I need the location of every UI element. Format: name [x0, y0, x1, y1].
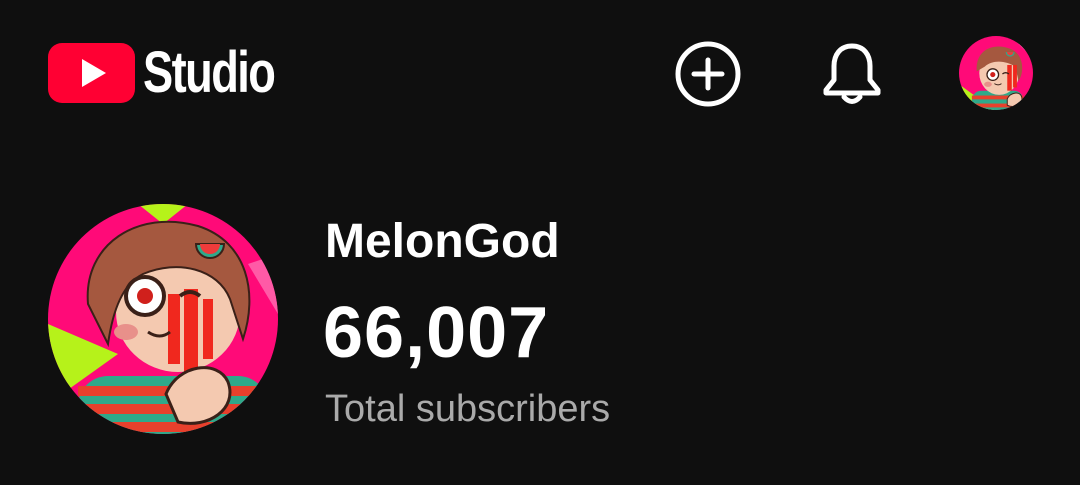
channel-avatar[interactable]: [48, 204, 278, 434]
youtube-play-icon: [48, 43, 135, 103]
bell-icon: [823, 43, 881, 104]
channel-avatar-image: [48, 204, 278, 434]
studio-wordmark: Studio: [143, 40, 276, 105]
youtube-studio-logo[interactable]: Studio: [48, 40, 311, 106]
plus-circle-icon: [675, 41, 741, 107]
subscriber-label: Total subscribers: [325, 388, 611, 430]
create-button[interactable]: [674, 40, 742, 108]
channel-summary: MelonGod 66,007 Total subscribers: [0, 150, 1080, 485]
channel-name: MelonGod: [325, 215, 560, 268]
channel-avatar-image: [959, 36, 1033, 110]
account-avatar[interactable]: [959, 36, 1033, 110]
notifications-button[interactable]: [820, 40, 884, 108]
top-app-bar: Studio: [0, 0, 1080, 150]
subscriber-count: 66,007: [323, 293, 550, 373]
